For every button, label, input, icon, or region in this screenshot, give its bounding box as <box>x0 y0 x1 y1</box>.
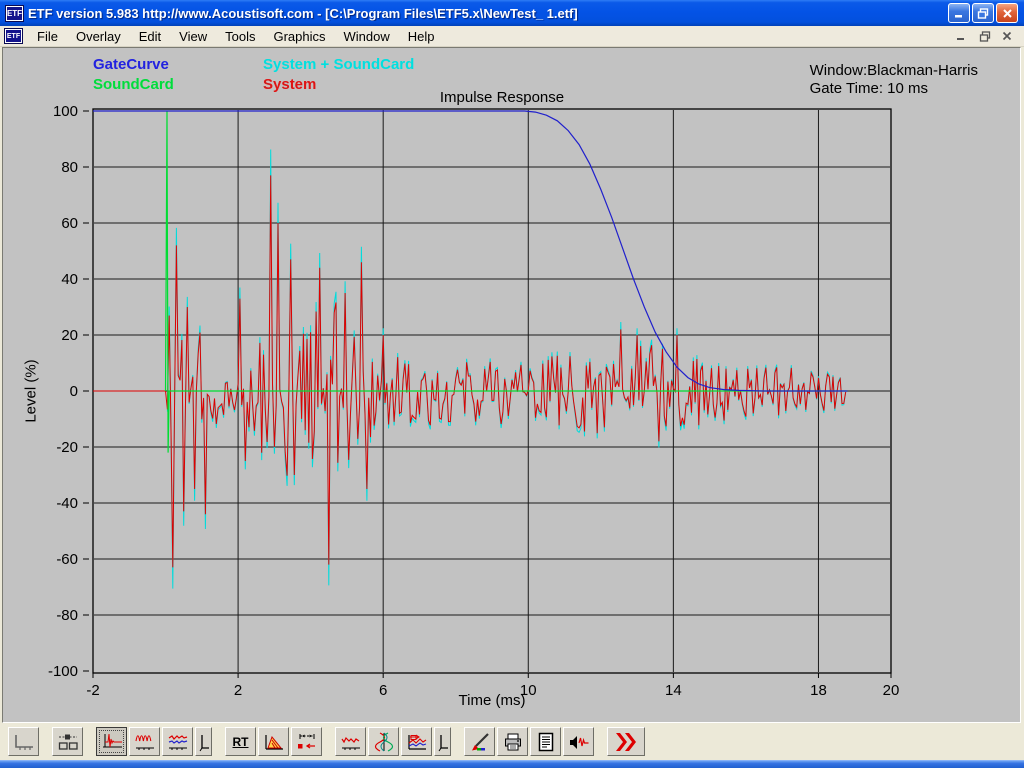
legend: GateCurveSoundCardSystem + SoundCardSyst… <box>93 56 433 96</box>
frequency-response-icon <box>133 732 157 752</box>
close-button[interactable] <box>996 3 1018 23</box>
menu-item-view[interactable]: View <box>170 27 216 46</box>
y-axis-label: Level (%) <box>23 359 40 422</box>
waterfall-button[interactable] <box>258 727 289 756</box>
svg-text:-60: -60 <box>56 551 78 568</box>
svg-text:40: 40 <box>61 271 78 288</box>
play-icon <box>611 731 641 753</box>
taskbar-edge[interactable] <box>0 760 1024 768</box>
restore-icon <box>977 8 989 19</box>
level-settings-button[interactable] <box>52 727 83 756</box>
overlay-curves-icon <box>166 732 190 752</box>
bottom-toolbar: RT <box>0 723 1024 760</box>
svg-text:-2: -2 <box>86 682 99 699</box>
svg-text:-40: -40 <box>56 495 78 512</box>
minimize-icon <box>953 8 965 18</box>
menu-item-file[interactable]: File <box>28 27 67 46</box>
time-axis-icon <box>12 732 36 752</box>
svg-text:0: 0 <box>70 383 78 400</box>
menu-item-help[interactable]: Help <box>399 27 444 46</box>
axis-small-button-2[interactable] <box>434 727 451 756</box>
report-icon <box>534 732 558 752</box>
mdi-restore-icon <box>979 31 991 42</box>
restore-button[interactable] <box>972 3 994 23</box>
legend-item: GateCurve <box>93 56 263 76</box>
play-measure-button[interactable] <box>607 727 645 756</box>
minimize-button[interactable] <box>948 3 970 23</box>
svg-text:80: 80 <box>61 159 78 176</box>
impulse-response-button[interactable] <box>96 727 127 756</box>
gate-markers-icon <box>295 732 319 752</box>
menu-item-window[interactable]: Window <box>335 27 399 46</box>
svg-text:-100: -100 <box>48 663 78 680</box>
svg-text:18: 18 <box>810 682 827 699</box>
axis-small-button-1[interactable] <box>195 727 212 756</box>
color-edit-button[interactable] <box>464 727 495 756</box>
rt-reverb-time-button[interactable]: RT <box>225 727 256 756</box>
document-icon[interactable]: ETF <box>5 29 22 43</box>
chart-view: 100806040200-20-40-60-80-100-22610141820… <box>2 47 1021 723</box>
window-title: ETF version 5.983 http://www.Acoustisoft… <box>28 6 948 21</box>
menu-item-edit[interactable]: Edit <box>130 27 170 46</box>
menu-item-overlay[interactable]: Overlay <box>67 27 130 46</box>
mdi-close-button[interactable] <box>999 29 1016 43</box>
combined-chart-icon <box>405 732 429 752</box>
speaker-test-icon <box>567 732 591 752</box>
svg-text:-80: -80 <box>56 607 78 624</box>
mdi-minimize-button[interactable] <box>953 29 970 43</box>
svg-text:20: 20 <box>883 682 900 699</box>
svg-text:20: 20 <box>61 327 78 344</box>
svg-text:2: 2 <box>234 682 242 699</box>
impulse-response-icon <box>100 732 124 752</box>
color-edit-icon <box>468 732 492 752</box>
phase-waves-icon <box>372 732 396 752</box>
speaker-test-button[interactable] <box>563 727 594 756</box>
report-button[interactable] <box>530 727 561 756</box>
mdi-minimize-icon <box>956 31 967 41</box>
level-settings-icon <box>56 732 80 752</box>
overlay-curves-button[interactable] <box>162 727 193 756</box>
close-icon <box>1002 8 1013 19</box>
combined-chart-button[interactable] <box>401 727 432 756</box>
svg-text:60: 60 <box>61 215 78 232</box>
analysis-info: Window:Blackman-Harris Gate Time: 10 ms <box>810 62 978 98</box>
phase-waves-button[interactable] <box>368 727 399 756</box>
rt-label: RT <box>233 735 249 749</box>
svg-text:-20: -20 <box>56 439 78 456</box>
legend-item: System + SoundCard <box>263 56 433 76</box>
menu-items: FileOverlayEditViewToolsGraphicsWindowHe… <box>28 26 953 46</box>
window-function-label: Window:Blackman-Harris <box>810 62 978 80</box>
svg-text:14: 14 <box>665 682 682 699</box>
plot-title: Impulse Response <box>392 89 612 106</box>
time-axis-button[interactable] <box>8 727 39 756</box>
title-bar: ETF ETF version 5.983 http://www.Acousti… <box>0 0 1024 26</box>
gate-markers-button[interactable] <box>291 727 322 756</box>
legend-item: SoundCard <box>93 76 263 96</box>
svg-text:6: 6 <box>379 682 387 699</box>
impulse-response-plot: 100806040200-20-40-60-80-100-22610141820 <box>3 48 1022 724</box>
menu-bar: ETF FileOverlayEditViewToolsGraphicsWind… <box>0 26 1024 47</box>
app-icon[interactable]: ETF <box>6 6 23 21</box>
svg-text:100: 100 <box>53 103 78 120</box>
axis-small-icon <box>198 732 210 752</box>
x-axis-label: Time (ms) <box>392 692 592 709</box>
mdi-restore-button[interactable] <box>976 29 993 43</box>
axis-small-icon <box>437 732 449 752</box>
mdi-close-icon <box>1002 31 1013 41</box>
print-icon <box>501 732 525 752</box>
menu-item-graphics[interactable]: Graphics <box>264 27 334 46</box>
response-chart-button[interactable] <box>335 727 366 756</box>
frequency-response-button[interactable] <box>129 727 160 756</box>
print-button[interactable] <box>497 727 528 756</box>
gate-time-label: Gate Time: 10 ms <box>810 80 978 98</box>
waterfall-icon <box>262 732 286 752</box>
menu-item-tools[interactable]: Tools <box>216 27 264 46</box>
response-chart-icon <box>339 732 363 752</box>
